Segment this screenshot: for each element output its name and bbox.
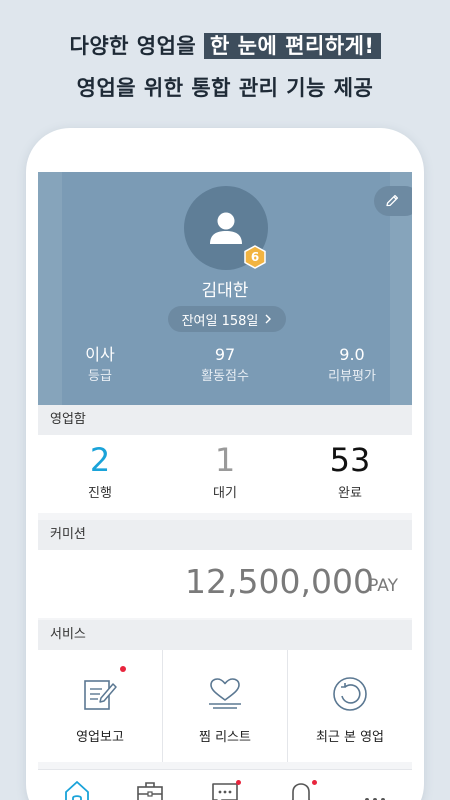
service-label: 영업보고 — [76, 730, 124, 745]
level-badge: 6 — [243, 245, 267, 269]
service-sales-report[interactable]: 영업보고 — [38, 650, 162, 762]
more-icon — [365, 798, 385, 800]
service-recently-viewed[interactable]: 최근 본 영업 — [288, 650, 412, 762]
edit-profile-button[interactable] — [374, 186, 412, 216]
sales-box-header: 영업함 — [38, 405, 412, 435]
promo-line1-prefix: 다양한 영업을 — [69, 34, 197, 58]
home-icon — [65, 781, 89, 800]
profile-card: 6 김대한 잔여일 158일 이사 등급 97 활동점수 9.0 리뷰평가 — [38, 172, 412, 405]
stat-value: 이사 — [85, 345, 115, 364]
stat-review-rating: 9.0 리뷰평가 — [292, 344, 412, 388]
new-indicator-dot — [236, 780, 241, 785]
stat-label: 리뷰평가 — [328, 369, 376, 384]
stat-activity-score: 97 활동점수 — [165, 344, 285, 388]
count-value: 2 — [89, 441, 111, 479]
service-label: 찜 리스트 — [199, 730, 251, 745]
bottom-tab-bar — [38, 769, 412, 800]
sales-box-panel: 2 진행 1 대기 53 완료 — [38, 435, 412, 513]
profile-name: 김대한 — [201, 281, 249, 301]
promo-line2: 영업을 위한 통합 관리 기능 제공 — [76, 76, 374, 100]
promo-line1: 다양한 영업을 한 눈에 편리하게! — [0, 28, 450, 64]
count-waiting[interactable]: 1 대기 — [163, 435, 287, 507]
tab-notifications[interactable] — [284, 778, 318, 800]
count-in-progress[interactable]: 2 진행 — [38, 435, 162, 507]
services-header: 서비스 — [38, 620, 412, 650]
remaining-days-button[interactable]: 잔여일 158일 — [168, 306, 286, 332]
heart-list-icon — [209, 678, 241, 709]
services-panel: 영업보고 찜 리스트 최근 본 영업 — [38, 650, 412, 762]
remaining-days-label: 잔여일 158일 — [181, 313, 259, 329]
stat-label: 활동점수 — [201, 369, 249, 384]
tab-home[interactable] — [60, 778, 94, 800]
commission-amount: 12,500,000 — [185, 562, 374, 601]
chevron-right-icon — [265, 314, 272, 324]
commission-header: 커미션 — [38, 520, 412, 550]
stat-value: 9.0 — [339, 345, 365, 364]
count-label: 대기 — [213, 486, 237, 501]
count-completed[interactable]: 53 완료 — [288, 435, 412, 507]
level-badge-number: 6 — [250, 250, 260, 264]
tab-briefcase[interactable] — [133, 778, 167, 800]
new-indicator-dot — [312, 780, 317, 785]
service-label: 최근 본 영업 — [315, 730, 385, 745]
history-icon — [333, 677, 367, 711]
count-value: 1 — [214, 441, 236, 479]
profile-stats: 이사 등급 97 활동점수 9.0 리뷰평가 — [38, 344, 412, 394]
promo-line1-highlight: 한 눈에 편리하게! — [204, 33, 381, 59]
report-pen-icon — [84, 680, 117, 710]
stat-grade: 이사 등급 — [40, 344, 160, 388]
service-wishlist[interactable]: 찜 리스트 — [163, 650, 287, 762]
pencil-icon — [386, 194, 399, 207]
count-label: 진행 — [88, 486, 112, 501]
phone-frame: 6 김대한 잔여일 158일 이사 등급 97 활동점수 9.0 리뷰평가 영업… — [26, 128, 424, 800]
promo-heading: 다양한 영업을 한 눈에 편리하게! 영업을 위한 통합 관리 기능 제공 — [0, 28, 450, 106]
stat-label: 등급 — [88, 369, 112, 384]
commission-unit: PAY — [368, 576, 398, 596]
count-value: 53 — [329, 441, 371, 479]
new-indicator-dot — [120, 666, 126, 672]
user-icon — [210, 212, 242, 244]
tab-chat[interactable] — [208, 778, 242, 800]
briefcase-icon — [137, 782, 163, 800]
commission-panel[interactable]: 12,500,000 PAY — [38, 550, 412, 618]
app-screen: 6 김대한 잔여일 158일 이사 등급 97 활동점수 9.0 리뷰평가 영업… — [38, 172, 412, 800]
stat-value: 97 — [214, 345, 236, 364]
count-label: 완료 — [338, 486, 362, 501]
tab-more[interactable] — [358, 778, 392, 800]
